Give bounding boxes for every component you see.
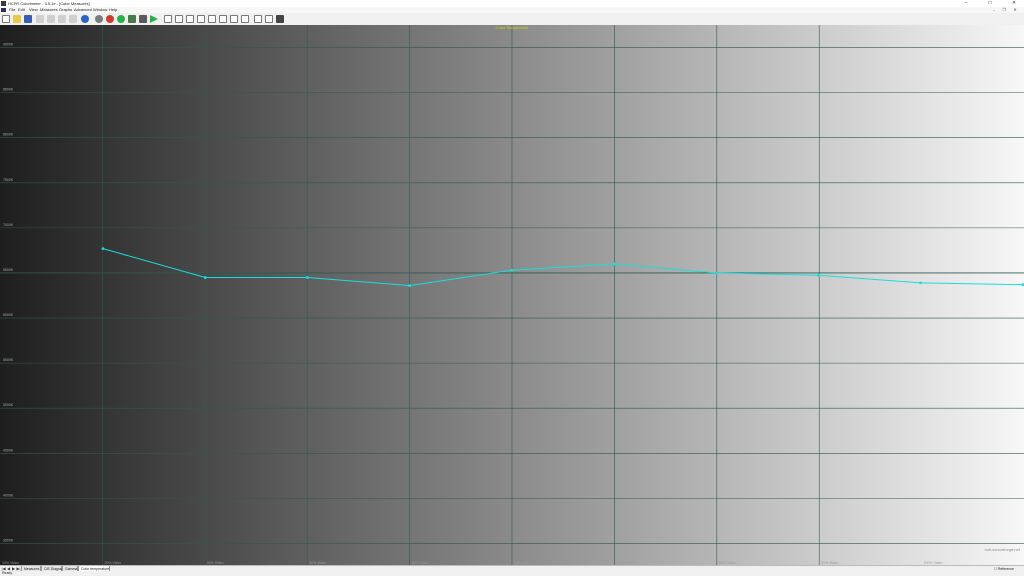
- y-tick-label: 6500K: [3, 268, 14, 272]
- title-bar: HCFR Colorimeter - 3.5.1e - [Color Measu…: [0, 0, 1024, 7]
- data-point: [919, 281, 922, 285]
- help-icon[interactable]: [81, 15, 89, 23]
- doc-icon-6[interactable]: [219, 15, 227, 23]
- document-icon[interactable]: [1, 8, 6, 12]
- print-icon[interactable]: [69, 15, 77, 23]
- close-button[interactable]: ✕: [1008, 0, 1020, 7]
- sensor-icon[interactable]: [139, 15, 147, 23]
- doc-icon-7[interactable]: [230, 15, 238, 23]
- chart-svg: 9000K 8500K 8000K 7500K 7000K 6500K 6000K 5500K…: [0, 25, 1024, 566]
- doc-icon-1[interactable]: [164, 15, 172, 23]
- measure-icon[interactable]: [117, 15, 125, 23]
- save-icon[interactable]: [24, 15, 32, 23]
- doc-icon-3[interactable]: [186, 15, 194, 23]
- data-point: [408, 284, 411, 287]
- y-tick-label: 4500K: [3, 448, 14, 452]
- data-point: [817, 273, 820, 277]
- copy-icon[interactable]: [47, 15, 55, 23]
- open-icon[interactable]: [13, 15, 21, 23]
- doc-icon-5[interactable]: [208, 15, 216, 23]
- play-icon[interactable]: [150, 15, 158, 23]
- y-tick-label: 8000K: [3, 133, 14, 137]
- new-icon[interactable]: [2, 15, 10, 23]
- doc-icon-11[interactable]: [276, 15, 284, 23]
- doc-icon-9[interactable]: [254, 15, 262, 23]
- status-text: Ready: [2, 571, 13, 575]
- y-tick-label: 6000K: [3, 313, 14, 317]
- doc-icon-4[interactable]: [197, 15, 205, 23]
- minimize-button[interactable]: –: [960, 0, 972, 7]
- doc-icon-10[interactable]: [265, 15, 273, 23]
- watermark: hcfr.sourceforge.net: [985, 547, 1021, 552]
- y-tick-label: 7500K: [3, 178, 14, 182]
- data-point: [612, 262, 616, 266]
- doc-icon-8[interactable]: [241, 15, 249, 23]
- cut-icon[interactable]: [36, 15, 44, 23]
- paste-icon[interactable]: [58, 15, 66, 23]
- doc-icon-2[interactable]: [175, 15, 183, 23]
- y-tick-label: 8500K: [3, 88, 14, 92]
- y-tick-label: 5000K: [3, 403, 14, 407]
- data-point: [101, 247, 105, 251]
- y-tick-label: 7000K: [3, 223, 14, 227]
- y-tick-label: 4000K: [3, 493, 14, 497]
- rgb-icon[interactable]: [106, 15, 114, 23]
- data-point: [714, 271, 718, 275]
- y-tick-label: 9000K: [3, 43, 14, 47]
- data-point: [510, 268, 514, 272]
- y-tick-label: 5500K: [3, 358, 14, 362]
- data-point: [203, 276, 207, 279]
- window-title: HCFR Colorimeter - 3.5.1e - [Color Measu…: [8, 1, 90, 6]
- chart-title: Color Temperature: [495, 25, 529, 30]
- color-bubbles-icon[interactable]: [95, 15, 103, 23]
- y-tick-label: 3500K: [3, 538, 14, 542]
- maximize-button[interactable]: □: [984, 0, 996, 7]
- data-point: [306, 276, 309, 279]
- status-bar: Ready: [0, 571, 1024, 576]
- color-temperature-chart[interactable]: 9000K 8500K 8000K 7500K 7000K 6500K 6000K 5500K…: [0, 25, 1024, 566]
- display-icon[interactable]: [128, 15, 136, 23]
- app-icon: [1, 1, 6, 6]
